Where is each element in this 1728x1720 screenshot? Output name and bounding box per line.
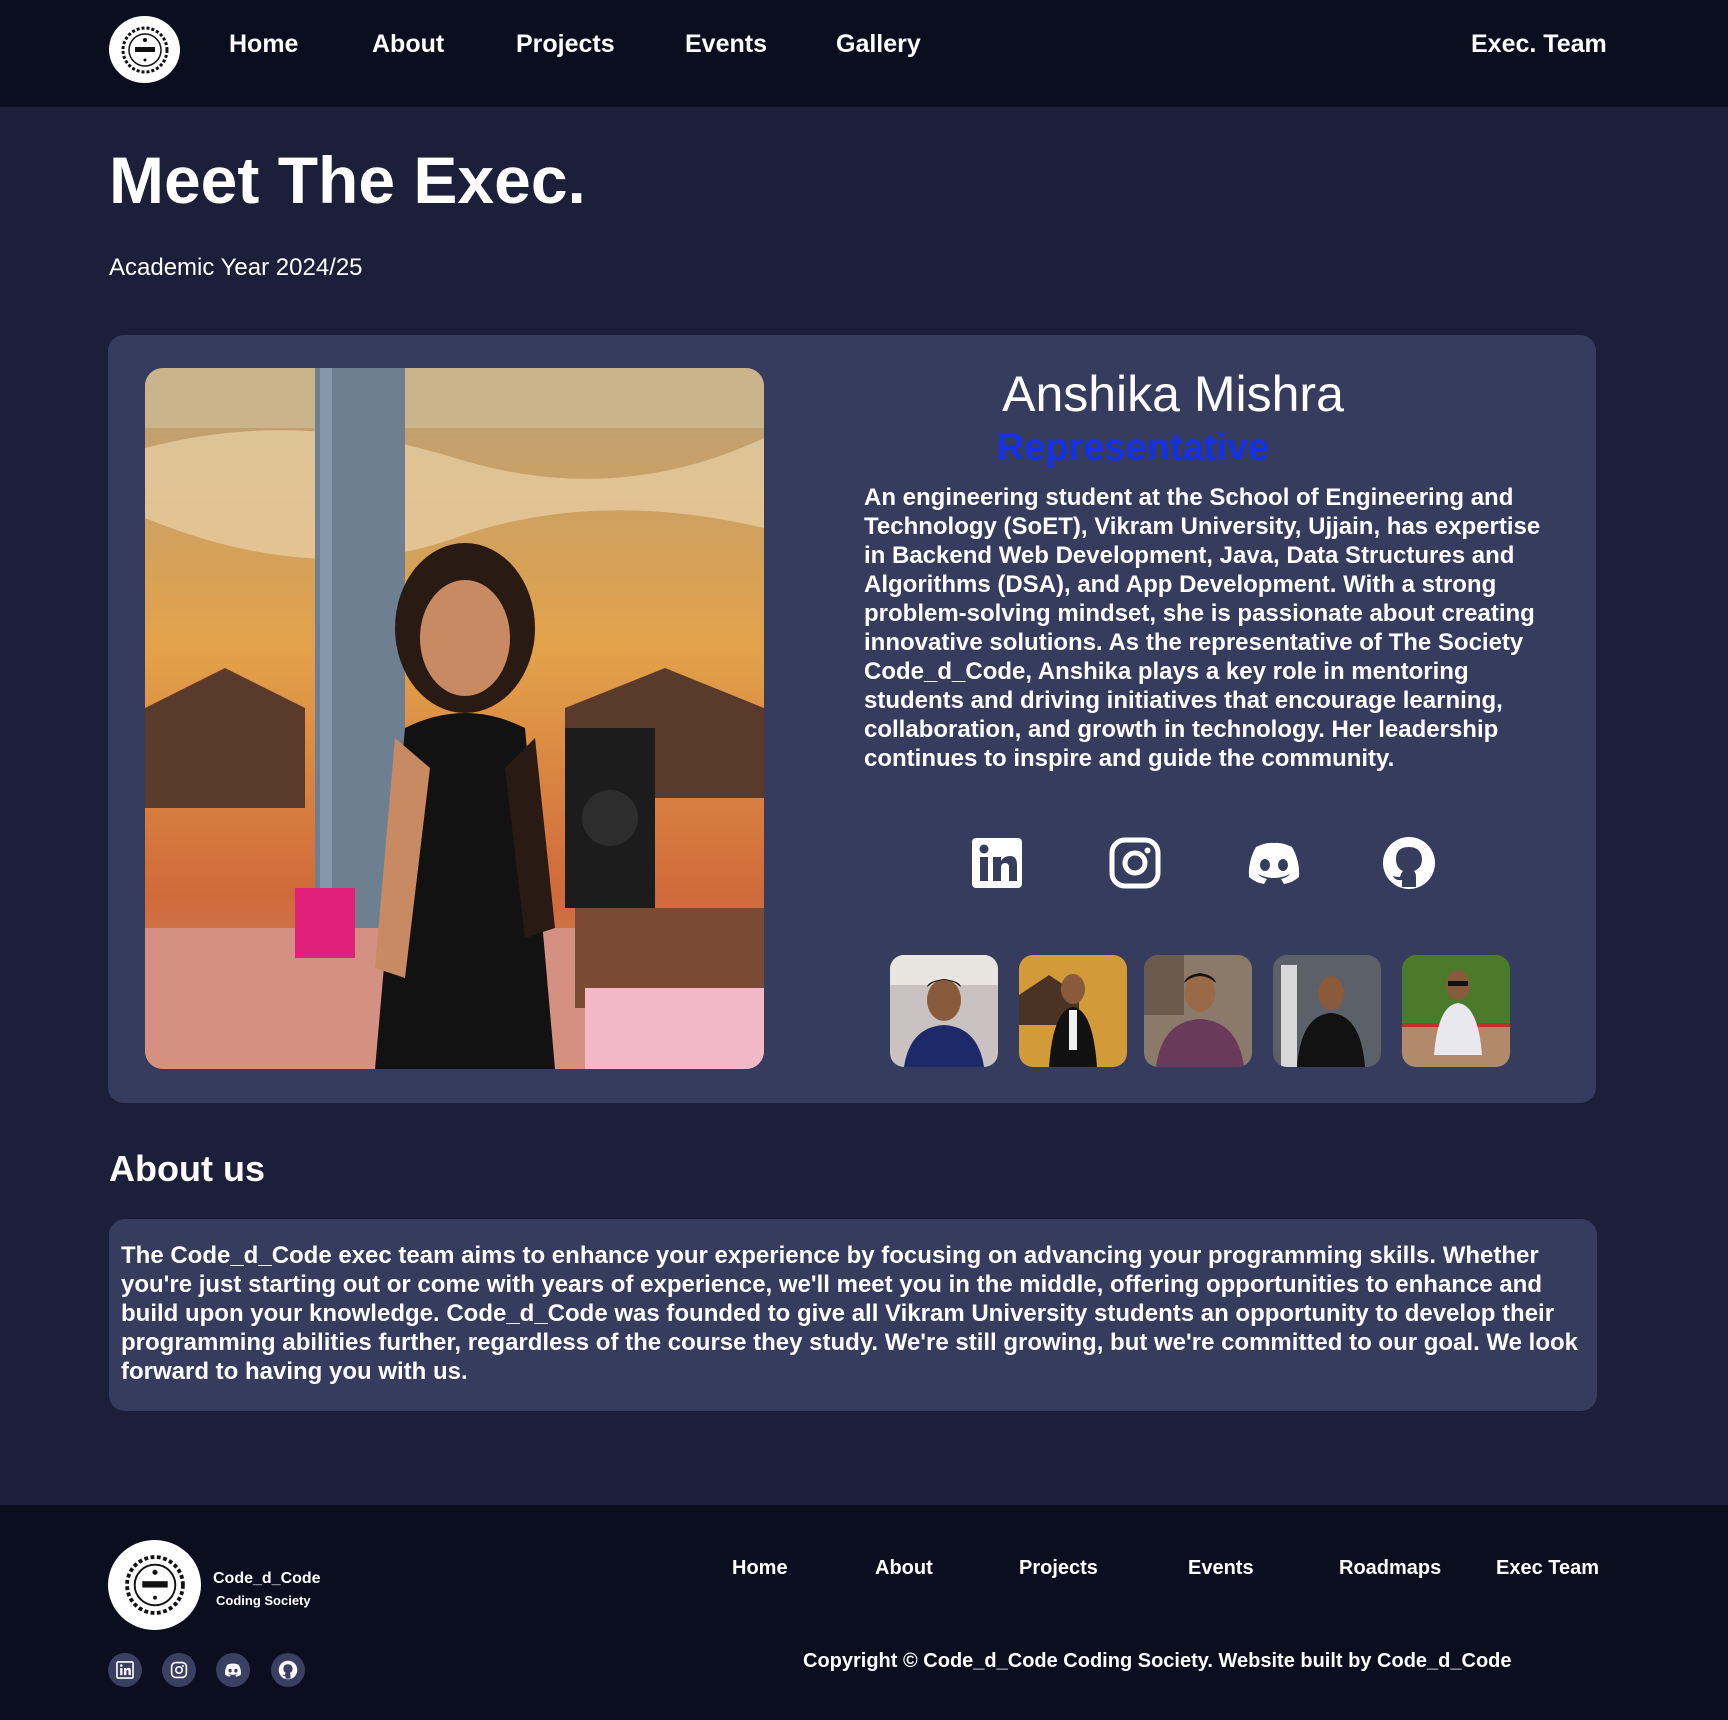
- top-navbar: Home About Projects Events Gallery Exec.…: [0, 0, 1728, 107]
- nav-exec-team[interactable]: Exec. Team: [1471, 30, 1607, 59]
- github-icon[interactable]: [1381, 835, 1437, 891]
- footer-github-icon[interactable]: [271, 1653, 305, 1687]
- footer-link-roadmaps[interactable]: Roadmaps: [1339, 1557, 1441, 1580]
- exec-thumbnail[interactable]: [890, 955, 998, 1067]
- footer-brand: Code_d_Code: [213, 1570, 321, 1587]
- academic-year: Academic Year 2024/25: [109, 254, 363, 281]
- footer-link-projects[interactable]: Projects: [1019, 1557, 1098, 1580]
- footer-tagline: Coding Society: [216, 1593, 311, 1608]
- footer-link-events[interactable]: Events: [1188, 1557, 1254, 1580]
- exec-thumbnail[interactable]: [1402, 955, 1510, 1067]
- discord-icon[interactable]: [1244, 835, 1300, 891]
- footer-link-home[interactable]: Home: [732, 1557, 788, 1580]
- nav-events[interactable]: Events: [685, 30, 767, 59]
- footer: Code_d_Code Coding Society Home About Pr…: [0, 1505, 1728, 1720]
- linkedin-icon[interactable]: [969, 835, 1025, 891]
- page-title: Meet The Exec.: [109, 143, 586, 217]
- footer-discord-icon[interactable]: [216, 1653, 250, 1687]
- nav-home[interactable]: Home: [229, 30, 298, 59]
- instagram-icon[interactable]: [1107, 835, 1163, 891]
- exec-card: Anshika Mishra Representative An enginee…: [108, 335, 1596, 1103]
- exec-role: Representative: [996, 427, 1270, 469]
- footer-link-about[interactable]: About: [875, 1557, 933, 1580]
- exec-thumbnail[interactable]: [1019, 955, 1127, 1067]
- nav-projects[interactable]: Projects: [516, 30, 615, 59]
- footer-instagram-icon[interactable]: [162, 1653, 196, 1687]
- logo-badge-icon: [121, 26, 168, 73]
- exec-name: Anshika Mishra: [1002, 366, 1344, 422]
- exec-bio: An engineering student at the School of …: [864, 484, 1541, 772]
- logo-badge-icon: [124, 1555, 185, 1615]
- footer-logo-icon[interactable]: [108, 1540, 201, 1630]
- about-heading: About us: [109, 1148, 265, 1189]
- code-d-code-logo-icon[interactable]: [109, 16, 180, 83]
- nav-gallery[interactable]: Gallery: [836, 30, 921, 59]
- about-box: The Code_d_Code exec team aims to enhanc…: [109, 1219, 1597, 1411]
- exec-photo: [145, 368, 764, 1069]
- about-text: The Code_d_Code exec team aims to enhanc…: [121, 1242, 1578, 1385]
- person-photo-icon: [145, 368, 764, 1069]
- exec-thumbnail[interactable]: [1144, 955, 1252, 1067]
- exec-thumbnail[interactable]: [1273, 955, 1381, 1067]
- nav-about[interactable]: About: [372, 30, 444, 59]
- footer-link-exec-team[interactable]: Exec Team: [1496, 1557, 1599, 1580]
- copyright-text: Copyright © Code_d_Code Coding Society. …: [803, 1650, 1512, 1672]
- footer-linkedin-icon[interactable]: [108, 1653, 142, 1687]
